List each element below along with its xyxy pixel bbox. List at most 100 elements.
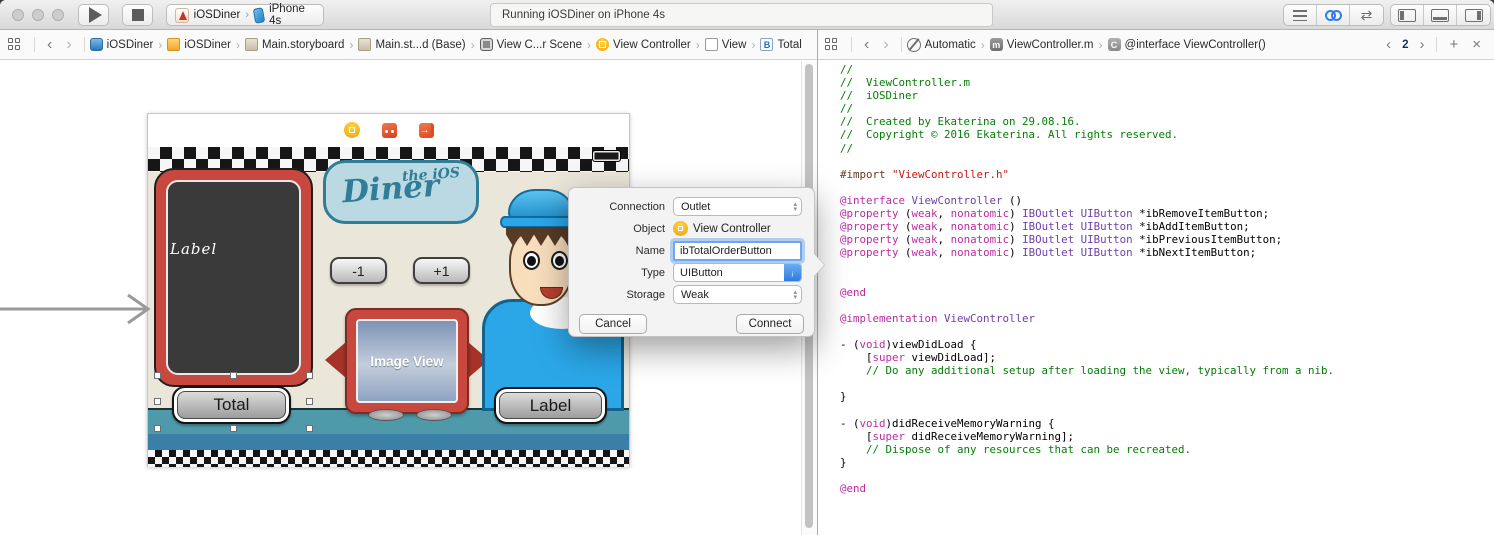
forward-button[interactable]: ›: [59, 36, 78, 53]
code-line: @property (weak, nonatomic) IBOutlet UIB…: [840, 207, 1270, 221]
zoom-button[interactable]: [52, 9, 64, 21]
code-line: - (void)didReceiveMemoryWarning {: [840, 416, 1055, 430]
standard-editor-button[interactable]: [1284, 5, 1317, 25]
add-editor-button[interactable]: +: [1442, 36, 1465, 53]
code-text[interactable]: //// ViewController.m// iOSDiner//// Cre…: [840, 63, 1334, 495]
related-items-icon[interactable]: [825, 38, 838, 51]
view-controller-scene[interactable]: → Label the iOS Diner -1 +1 Image View T…: [147, 113, 630, 467]
button-icon: B: [760, 38, 774, 51]
forward-button[interactable]: ›: [876, 36, 895, 53]
breadcrumb-item-total-button[interactable]: B Total: [760, 38, 802, 51]
popover-tail: [814, 254, 824, 276]
battery-status-icon: [592, 150, 624, 162]
logo-script-text: Diner: [340, 167, 441, 211]
back-button[interactable]: ‹: [40, 36, 59, 53]
cancel-button[interactable]: Cancel: [579, 314, 647, 334]
view-controller-icon[interactable]: [343, 122, 360, 138]
total-button-label: Total: [177, 391, 286, 419]
code-line: // Created by Ekaterina on 29.08.16.: [840, 115, 1081, 129]
character-eye: [523, 251, 540, 270]
chalkboard-surface: [166, 180, 301, 375]
inspector-toggle-button[interactable]: [1457, 5, 1490, 25]
selection-handle[interactable]: [154, 398, 161, 405]
breadcrumb-label: ViewController.m: [1006, 38, 1094, 51]
price-label-button[interactable]: Label: [494, 387, 607, 424]
debug-area-toggle-button[interactable]: [1424, 5, 1457, 25]
breadcrumb-item-view-controller[interactable]: View Controller: [596, 38, 691, 51]
version-editor-button[interactable]: ⇄: [1350, 5, 1383, 25]
tv-leg: [416, 409, 452, 421]
selection-handle[interactable]: [230, 372, 237, 379]
counter-prev-button[interactable]: ‹: [1379, 36, 1398, 53]
plus-one-button[interactable]: +1: [413, 257, 470, 284]
breadcrumb-item-main-storyboard-base[interactable]: Main.st...d (Base): [358, 38, 466, 51]
breadcrumb-separator: ›: [158, 37, 163, 52]
app-view[interactable]: Label the iOS Diner -1 +1 Image View Tot…: [148, 147, 629, 467]
scheme-selector[interactable]: iOSDiner › iPhone 4s: [166, 3, 324, 27]
breadcrumb-item-main-storyboard[interactable]: Main.storyboard: [244, 38, 344, 51]
pane-divider[interactable]: [817, 30, 818, 535]
image-view-screen: Image View: [356, 319, 458, 403]
chevron-separator: ›: [245, 9, 249, 21]
selection-handle[interactable]: [306, 398, 313, 405]
code-line: @property (weak, nonatomic) IBOutlet UIB…: [840, 220, 1250, 234]
code-line: @interface ViewController (): [840, 193, 1023, 207]
view-controller-icon: [673, 221, 688, 236]
breadcrumb-item-view[interactable]: View: [704, 38, 747, 51]
first-responder-icon[interactable]: [381, 122, 397, 138]
view-toggle-segment: [1390, 4, 1491, 26]
breadcrumb-separator: ›: [470, 37, 475, 52]
storyboard-icon: [358, 38, 372, 51]
breadcrumb-separator: ›: [695, 37, 700, 52]
type-combo[interactable]: UIButton ⱼ: [673, 263, 802, 282]
breadcrumb-item-project-iosdiner[interactable]: iOSDiner: [89, 38, 153, 51]
minus-one-button[interactable]: -1: [330, 257, 387, 284]
previous-item-arrow[interactable]: [325, 342, 346, 378]
total-order-button[interactable]: Total: [172, 386, 291, 424]
breadcrumb-item-view-controller-scene[interactable]: View C...r Scene: [479, 38, 582, 51]
navigator-toggle-button[interactable]: [1391, 5, 1424, 25]
breadcrumb-item-viewcontroller-m[interactable]: m ViewController.m: [989, 38, 1094, 51]
vc-icon: [596, 38, 609, 51]
breadcrumb-item-automatic[interactable]: Automatic: [906, 37, 976, 52]
stop-button[interactable]: [122, 4, 153, 26]
related-items-icon[interactable]: [8, 38, 21, 51]
right-jump-bar: ‹ › Automatic › m ViewController.m › C @interf…: [818, 30, 1494, 59]
stop-icon: [131, 9, 144, 21]
close-button[interactable]: [12, 9, 24, 21]
breadcrumb-item-interface-viewcontroller[interactable]: C @interface ViewController(): [1107, 38, 1266, 51]
debug-panel-icon: [1431, 8, 1449, 22]
code-line: // Do any additional setup after loading…: [840, 364, 1335, 378]
chevron-down-icon[interactable]: ⱼ: [784, 264, 801, 281]
selection-handle[interactable]: [306, 425, 313, 432]
name-input[interactable]: ibTotalOrderButton: [673, 241, 802, 261]
exit-icon[interactable]: →: [418, 122, 434, 138]
storage-popup[interactable]: Weak ▴ ▾: [673, 285, 802, 304]
cclass-icon: C: [1107, 38, 1121, 51]
back-button[interactable]: ‹: [857, 36, 876, 53]
app-icon: [175, 7, 189, 23]
code-line: }: [840, 455, 847, 469]
source-editor[interactable]: //// ViewController.m// iOSDiner//// Cre…: [818, 61, 1494, 535]
folder-icon: [167, 38, 181, 51]
connection-popup[interactable]: Outlet ▴ ▾: [673, 197, 802, 216]
selection-handle[interactable]: [230, 425, 237, 432]
breadcrumb-item-folder-iosdiner[interactable]: iOSDiner: [167, 38, 231, 51]
assistant-editor-button[interactable]: [1317, 5, 1350, 25]
project-icon: [89, 38, 103, 51]
selection-handle[interactable]: [154, 372, 161, 379]
image-view[interactable]: Image View: [345, 308, 469, 414]
counter-next-button[interactable]: ›: [1412, 36, 1431, 53]
minimize-button[interactable]: [32, 9, 44, 21]
breadcrumb-label: View: [721, 38, 747, 51]
selection-handle[interactable]: [154, 425, 161, 432]
connect-button[interactable]: Connect: [736, 314, 804, 334]
selection-handle[interactable]: [306, 372, 313, 379]
run-button[interactable]: [78, 4, 109, 26]
close-editor-button[interactable]: ×: [1465, 36, 1488, 53]
chalkboard[interactable]: Label: [154, 168, 313, 387]
chalkboard-label[interactable]: Label: [170, 240, 217, 258]
